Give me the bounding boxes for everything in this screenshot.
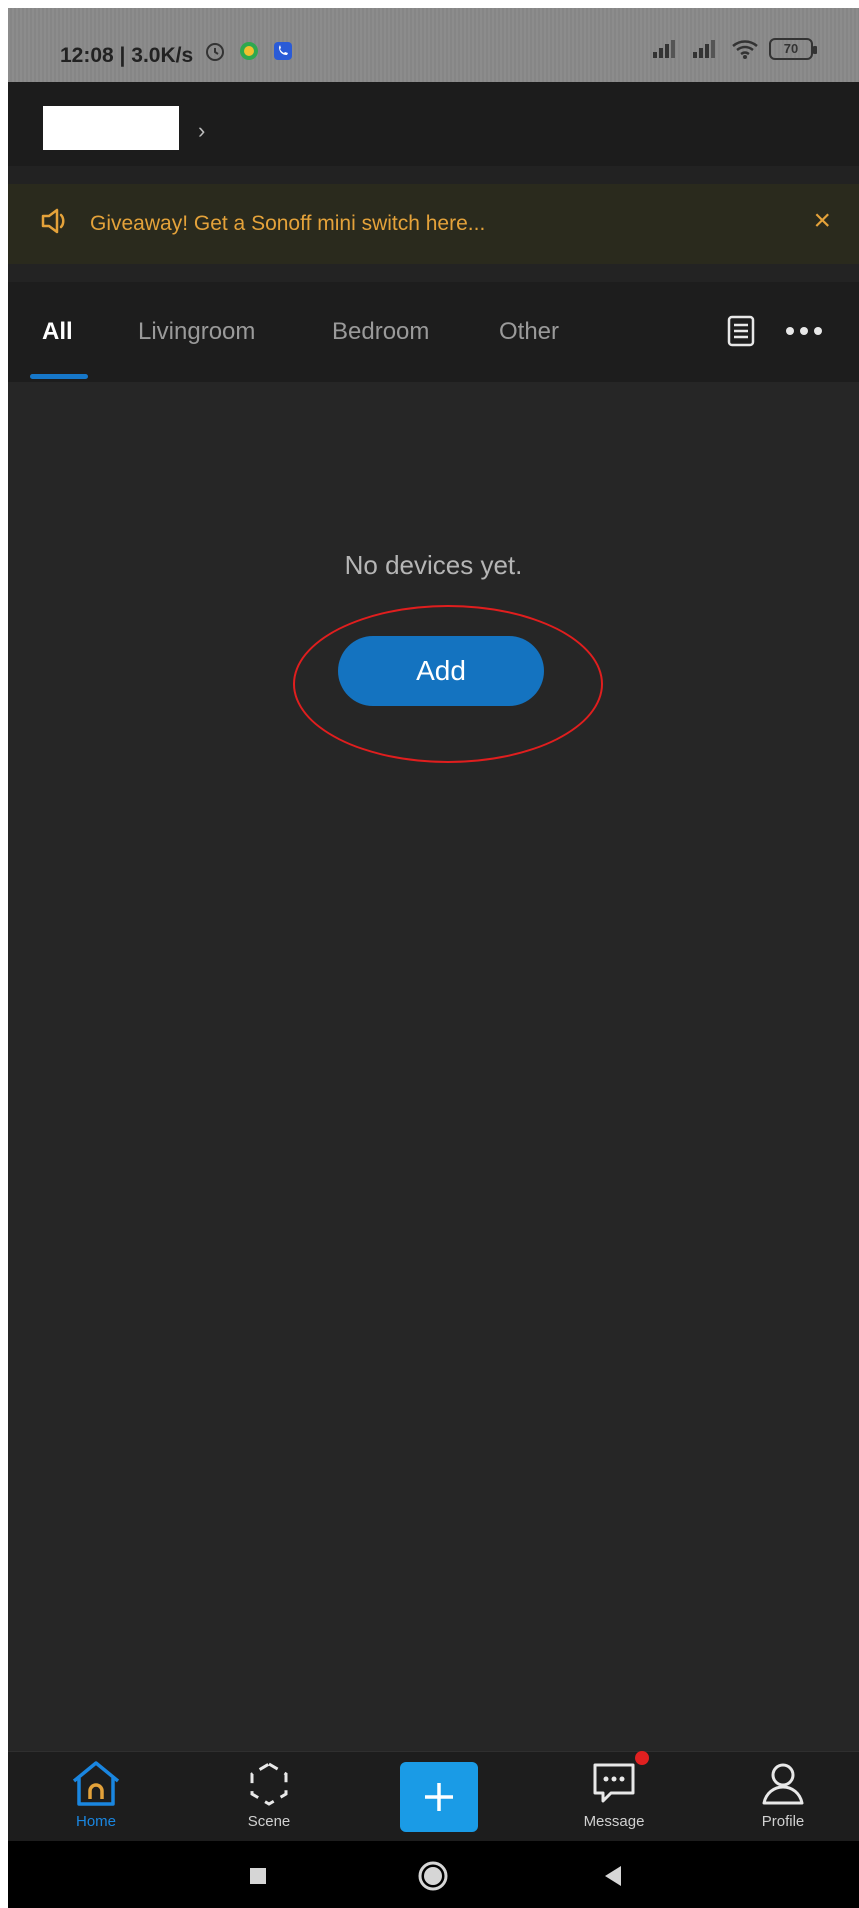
chevron-right-icon[interactable]: › bbox=[198, 118, 205, 144]
nav-scene[interactable]: Scene bbox=[209, 1751, 329, 1841]
close-icon[interactable]: × bbox=[813, 206, 831, 236]
back-icon[interactable] bbox=[593, 1856, 633, 1896]
scene-icon bbox=[250, 1762, 288, 1806]
message-icon bbox=[593, 1763, 635, 1803]
phone-app-icon bbox=[274, 42, 292, 60]
home-name-redacted[interactable] bbox=[43, 106, 179, 150]
message-badge bbox=[635, 1751, 649, 1765]
signal-icon bbox=[653, 40, 675, 58]
tab-all[interactable]: All bbox=[42, 318, 73, 346]
tab-active-indicator bbox=[30, 374, 88, 379]
nav-message-label: Message bbox=[583, 1813, 645, 1830]
signal-icon-2 bbox=[693, 40, 715, 58]
nav-home-label: Home bbox=[75, 1813, 116, 1830]
status-time: 12:08 | 3.0K/s bbox=[60, 44, 194, 67]
divider bbox=[8, 264, 859, 282]
home-system-icon[interactable] bbox=[413, 1856, 453, 1896]
nav-profile-label: Profile bbox=[761, 1813, 805, 1830]
tab-livingroom[interactable]: Livingroom bbox=[138, 318, 255, 346]
plus-icon bbox=[425, 1783, 453, 1811]
more-options-icon[interactable] bbox=[786, 324, 830, 338]
status-system-icons: 70 bbox=[651, 38, 817, 60]
app-frame: 12:08 | 3.0K/s 70 › Giveaway! Get a Sono… bbox=[8, 8, 859, 1908]
status-bar: 12:08 | 3.0K/s 70 bbox=[8, 8, 859, 82]
tab-bedroom[interactable]: Bedroom bbox=[332, 318, 429, 346]
tab-other[interactable]: Other bbox=[499, 318, 559, 346]
battery-icon: 70 bbox=[769, 38, 817, 60]
app-notification-icon bbox=[240, 42, 258, 60]
list-view-icon[interactable] bbox=[726, 314, 756, 348]
nav-home[interactable]: Home bbox=[36, 1751, 156, 1841]
nav-profile[interactable]: Profile bbox=[723, 1751, 843, 1841]
recents-icon[interactable] bbox=[238, 1856, 278, 1896]
alarm-icon bbox=[206, 43, 224, 61]
divider bbox=[8, 166, 859, 184]
banner-text[interactable]: Giveaway! Get a Sonoff mini switch here.… bbox=[90, 212, 485, 236]
wifi-icon bbox=[732, 40, 758, 59]
empty-state-message: No devices yet. bbox=[344, 550, 523, 580]
nav-scene-label: Scene bbox=[247, 1813, 291, 1830]
home-icon bbox=[72, 1761, 120, 1806]
speaker-icon bbox=[41, 208, 65, 234]
profile-icon bbox=[762, 1763, 804, 1805]
nav-message[interactable]: Message bbox=[554, 1751, 674, 1841]
add-device-button[interactable]: Add bbox=[338, 636, 544, 706]
status-notification-icons bbox=[204, 40, 294, 62]
add-fab-button[interactable] bbox=[400, 1762, 478, 1832]
